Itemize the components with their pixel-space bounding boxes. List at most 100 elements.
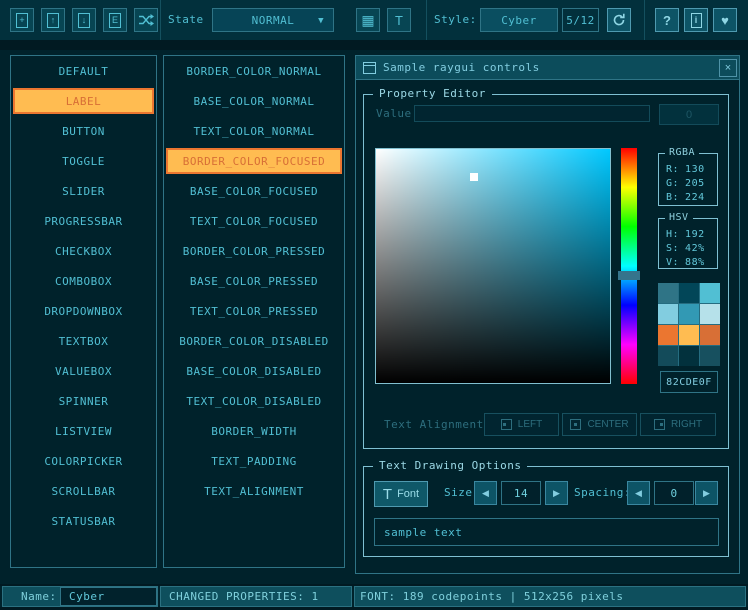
info-icon: i — [691, 13, 702, 28]
list-item-progressbar[interactable]: PROGRESSBAR — [13, 208, 154, 234]
list-item-base_color_pressed[interactable]: BASE_COLOR_PRESSED — [166, 268, 342, 294]
spacing-increase-button[interactable]: ▶ — [695, 481, 718, 505]
list-item-default[interactable]: DEFAULT — [13, 58, 154, 84]
list-item-checkbox[interactable]: CHECKBOX — [13, 238, 154, 264]
font-editor-button[interactable]: T — [387, 8, 411, 32]
hue-bar[interactable] — [621, 148, 637, 384]
reload-style-button[interactable] — [607, 8, 631, 32]
rgba-group: RGBA R:130 G:205 B:224 — [658, 153, 718, 206]
list-item-valuebox[interactable]: VALUEBOX — [13, 358, 154, 384]
align-center-icon — [570, 419, 581, 430]
list-item-text_color_normal[interactable]: TEXT_COLOR_NORMAL — [166, 118, 342, 144]
style-table-button[interactable]: ▦ — [356, 8, 380, 32]
state-dropdown[interactable]: NORMAL ▼ — [212, 8, 334, 32]
align-right-icon — [654, 419, 665, 430]
style-counter: 5/12 — [562, 8, 599, 32]
font-button[interactable]: T Font — [374, 481, 428, 507]
list-item-border_color_pressed[interactable]: BORDER_COLOR_PRESSED — [166, 238, 342, 264]
palette-cell[interactable] — [679, 346, 699, 366]
palette-cell[interactable] — [679, 325, 699, 345]
spacing-value-box[interactable]: 0 — [654, 481, 694, 505]
right-arrow-icon: ▶ — [703, 488, 710, 499]
save-file-button[interactable]: ↓ — [72, 8, 96, 32]
list-item-statusbar[interactable]: STATUSBAR — [13, 508, 154, 534]
size-decrease-button[interactable]: ◀ — [474, 481, 497, 505]
list-item-border_color_disabled[interactable]: BORDER_COLOR_DISABLED — [166, 328, 342, 354]
list-item-colorpicker[interactable]: COLORPICKER — [13, 448, 154, 474]
list-item-text_alignment[interactable]: TEXT_ALIGNMENT — [166, 478, 342, 504]
hsv-title: HSV — [665, 212, 693, 223]
list-item-text_color_pressed[interactable]: TEXT_COLOR_PRESSED — [166, 298, 342, 324]
list-item-slider[interactable]: SLIDER — [13, 178, 154, 204]
style-name-button[interactable]: Cyber — [480, 8, 558, 32]
list-item-label[interactable]: LABEL — [13, 88, 154, 114]
hue-slider-handle[interactable] — [618, 271, 640, 280]
heart-icon: ♥ — [721, 14, 729, 27]
palette-cell[interactable] — [679, 283, 699, 303]
statusbar-changed-section: CHANGED PROPERTIES: 1 — [160, 586, 352, 607]
list-item-base_color_normal[interactable]: BASE_COLOR_NORMAL — [166, 88, 342, 114]
text-drawing-options-title: Text Drawing Options — [373, 459, 527, 472]
list-item-spinner[interactable]: SPINNER — [13, 388, 154, 414]
hsv-row-v: V:88% — [659, 256, 717, 270]
state-label: State — [168, 0, 204, 40]
list-item-dropdownbox[interactable]: DROPDOWNBOX — [13, 298, 154, 324]
list-item-button[interactable]: BUTTON — [13, 118, 154, 144]
palette-cell[interactable] — [658, 283, 678, 303]
list-item-base_color_focused[interactable]: BASE_COLOR_FOCUSED — [166, 178, 342, 204]
value-slider[interactable] — [414, 105, 650, 122]
window-titlebar[interactable]: Sample raygui controls × — [356, 56, 739, 80]
palette-cell[interactable] — [658, 346, 678, 366]
export-file-button[interactable]: E — [103, 8, 127, 32]
list-item-listview[interactable]: LISTVIEW — [13, 418, 154, 444]
list-item-combobox[interactable]: COMBOBOX — [13, 268, 154, 294]
export-file-icon: E — [109, 13, 121, 28]
value-button[interactable]: 0 — [659, 104, 719, 125]
list-item-toggle[interactable]: TOGGLE — [13, 148, 154, 174]
open-file-button[interactable]: ↑ — [41, 8, 65, 32]
rgba-row-b: B:224 — [659, 191, 717, 205]
color-picker-cursor[interactable] — [470, 173, 478, 181]
list-item-scrollbar[interactable]: SCROLLBAR — [13, 478, 154, 504]
hex-color-input[interactable]: 82CDE0F — [660, 371, 718, 393]
sample-text-input[interactable]: sample text — [374, 518, 719, 546]
new-file-button[interactable]: + — [10, 8, 34, 32]
align-center-button[interactable]: CENTER — [562, 413, 637, 436]
name-label: Name: — [21, 590, 57, 603]
list-item-text_color_disabled[interactable]: TEXT_COLOR_DISABLED — [166, 388, 342, 414]
help-icon: ? — [663, 14, 671, 27]
palette-cell[interactable] — [700, 283, 720, 303]
list-item-border_width[interactable]: BORDER_WIDTH — [166, 418, 342, 444]
info-button[interactable]: i — [684, 8, 708, 32]
size-increase-button[interactable]: ▶ — [545, 481, 568, 505]
list-item-border_color_normal[interactable]: BORDER_COLOR_NORMAL — [166, 58, 342, 84]
toolbar-divider — [0, 40, 748, 50]
random-style-button[interactable] — [134, 8, 158, 32]
state-dropdown-value: NORMAL — [252, 14, 295, 27]
list-item-text_padding[interactable]: TEXT_PADDING — [166, 448, 342, 474]
help-button[interactable]: ? — [655, 8, 679, 32]
style-palette — [658, 283, 720, 366]
rgba-row-g: G:205 — [659, 177, 717, 191]
list-item-text_color_focused[interactable]: TEXT_COLOR_FOCUSED — [166, 208, 342, 234]
list-item-base_color_disabled[interactable]: BASE_COLOR_DISABLED — [166, 358, 342, 384]
palette-cell[interactable] — [700, 304, 720, 324]
palette-cell[interactable] — [658, 325, 678, 345]
align-left-icon — [501, 419, 512, 430]
spacing-label: Spacing: — [574, 481, 631, 505]
color-saturation-value-panel[interactable] — [375, 148, 611, 384]
rguistyler-app: + ↑ ↓ E State NORMAL ▼ ▦ T — [0, 0, 748, 610]
palette-cell[interactable] — [700, 346, 720, 366]
close-button[interactable]: × — [719, 59, 737, 77]
sponsor-button[interactable]: ♥ — [713, 8, 737, 32]
size-value-box[interactable]: 14 — [501, 481, 541, 505]
list-item-border_color_focused[interactable]: BORDER_COLOR_FOCUSED — [166, 148, 342, 174]
align-right-button[interactable]: RIGHT — [640, 413, 716, 436]
style-name-input[interactable]: Cyber — [60, 587, 157, 606]
palette-cell[interactable] — [679, 304, 699, 324]
align-left-button[interactable]: LEFT — [484, 413, 559, 436]
spacing-decrease-button[interactable]: ◀ — [627, 481, 650, 505]
list-item-textbox[interactable]: TEXTBOX — [13, 328, 154, 354]
palette-cell[interactable] — [658, 304, 678, 324]
palette-cell[interactable] — [700, 325, 720, 345]
